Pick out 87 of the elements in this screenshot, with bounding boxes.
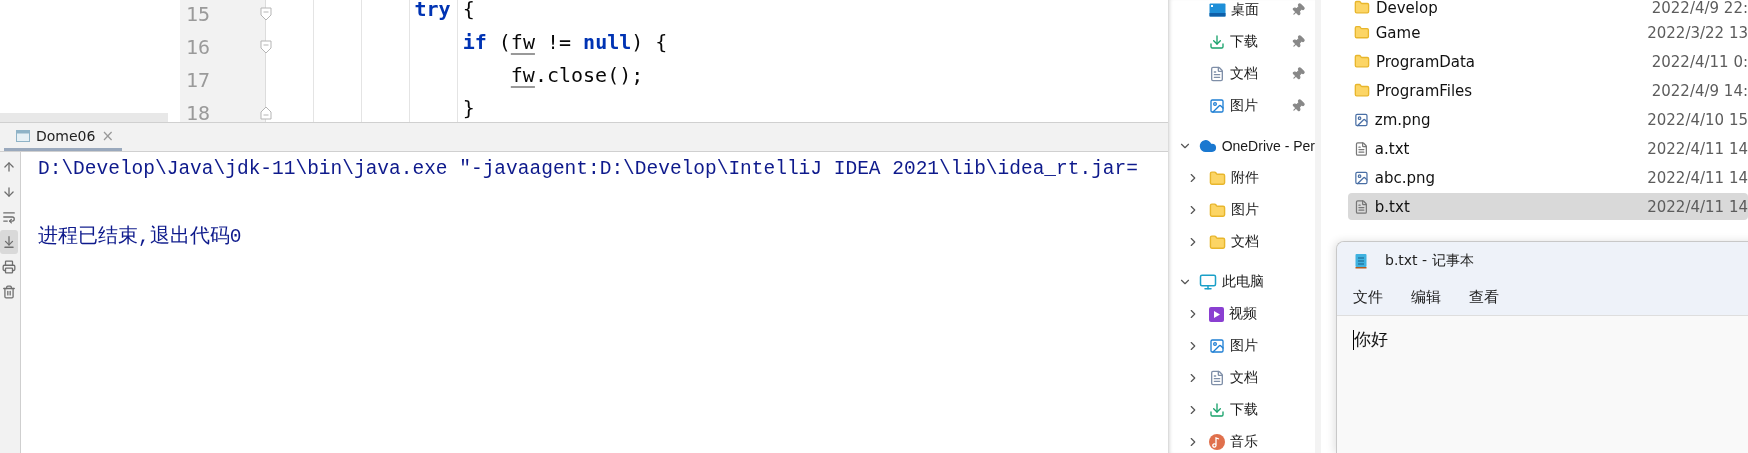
nav-item[interactable]: 图片 (1230, 97, 1258, 115)
scroll-to-end-icon (2, 235, 16, 249)
code-line: try { (414, 0, 475, 21)
arrow-up-icon (2, 160, 16, 174)
file-row[interactable]: zm.png 2022/4/10 15 (1348, 106, 1748, 133)
line-number: 17 (185, 67, 211, 92)
document-text[interactable]: 你好 (1354, 328, 1388, 351)
line-number: 16 (185, 34, 211, 59)
text-file-icon (1354, 198, 1369, 215)
folder-icon (1354, 53, 1370, 70)
menu-item[interactable]: 查看 (1467, 286, 1501, 309)
window-title: b.txt - 记事本 (1385, 252, 1474, 270)
file-row[interactable]: Develop 2022/4/9 22: (1348, 0, 1748, 21)
file-name: abc.png (1374, 168, 1437, 187)
nav-item[interactable]: 音乐 (1230, 433, 1258, 451)
folder-icon (1354, 0, 1370, 16)
file-date: 2022/4/9 22: (1651, 0, 1748, 17)
nav-item[interactable]: 图片 (1231, 201, 1259, 219)
nav-item[interactable]: 图片 (1230, 337, 1258, 355)
folder-icon (1209, 169, 1226, 187)
file-date: 2022/4/11 0: (1651, 52, 1748, 71)
nav-item[interactable]: 文档 (1230, 369, 1258, 387)
arrow-down-icon (2, 185, 16, 199)
video-icon (1209, 306, 1224, 322)
file-name: b.txt (1374, 197, 1411, 216)
line-number: 18 (185, 100, 211, 122)
file-row[interactable]: ProgramData 2022/4/11 0: (1348, 48, 1748, 75)
file-name: Game (1375, 23, 1422, 42)
document-icon (1209, 66, 1225, 82)
menu-item[interactable]: 文件 (1351, 286, 1385, 309)
file-name: Develop (1375, 0, 1439, 17)
monitor-icon (1199, 273, 1217, 291)
desktop-icon (1209, 3, 1226, 17)
code-line: fw.close(); (510, 63, 644, 87)
wrap-icon (2, 210, 16, 224)
nav-item[interactable]: 文档 (1231, 233, 1259, 251)
printer-icon (2, 260, 16, 274)
trash-icon (2, 285, 16, 299)
cloud-icon (1198, 137, 1217, 155)
image-file-icon (1354, 111, 1369, 128)
scrollbar[interactable] (0, 113, 168, 122)
nav-item[interactable]: 下载 (1230, 401, 1258, 419)
nav-item[interactable]: 下载 (1230, 33, 1258, 51)
file-row[interactable]: a.txt 2022/4/11 14 (1348, 135, 1748, 162)
run-tab[interactable]: Dome06 × (4, 123, 122, 151)
file-row[interactable]: ProgramFiles 2022/4/9 14: (1348, 77, 1748, 104)
file-date: 2022/4/9 14: (1651, 81, 1748, 100)
file-name: zm.png (1374, 110, 1432, 129)
notepad-icon (1355, 253, 1367, 269)
console-icon (16, 129, 30, 142)
file-name: a.txt (1374, 139, 1411, 158)
menu-item[interactable]: 编辑 (1409, 286, 1443, 309)
folder-icon (1209, 233, 1226, 251)
text-caret (1353, 329, 1354, 350)
file-row[interactable]: Game 2022/3/22 13 (1348, 19, 1748, 46)
nav-item[interactable]: 附件 (1231, 169, 1259, 187)
folder-icon (1354, 24, 1370, 41)
music-icon (1209, 434, 1225, 450)
code-line: if (fw != null) { (462, 30, 668, 54)
file-date: 2022/4/11 14 (1647, 197, 1748, 216)
console-command: D:\Develop\Java\jdk-11\bin\java.exe "-javaagent:D:\Develop\IntelliJ IDEA 2021\lib\idea_rt.jar= (38, 157, 1138, 182)
console-exit-message: 进程已结束,退出代码0 (38, 224, 243, 250)
file-date: 2022/4/10 15 (1647, 110, 1748, 129)
file-row[interactable]: abc.png 2022/4/11 14 (1348, 164, 1748, 191)
image-file-icon (1354, 169, 1369, 186)
file-row[interactable]: b.txt 2022/4/11 14 (1348, 193, 1748, 220)
file-name: ProgramData (1375, 52, 1477, 71)
code-line: } (462, 96, 475, 120)
nav-item[interactable]: 视频 (1229, 305, 1257, 323)
document-icon (1209, 370, 1225, 386)
download-icon (1209, 402, 1225, 418)
file-date: 2022/3/22 13 (1647, 23, 1748, 42)
file-date: 2022/4/11 14 (1647, 139, 1748, 158)
text-file-icon (1354, 140, 1369, 157)
nav-item[interactable]: 桌面 (1231, 1, 1259, 19)
toolbar-button[interactable] (0, 230, 18, 254)
nav-item[interactable]: 此电脑 (1222, 273, 1264, 291)
image-icon (1209, 338, 1225, 354)
image-icon (1209, 98, 1225, 114)
download-icon (1209, 34, 1225, 50)
line-number: 15 (185, 1, 211, 26)
folder-icon (1209, 201, 1226, 219)
folder-icon (1354, 82, 1370, 99)
nav-item[interactable]: OneDrive - Per (1221, 138, 1315, 154)
file-name: ProgramFiles (1375, 81, 1474, 100)
file-date: 2022/4/11 14 (1647, 168, 1748, 187)
nav-item[interactable]: 文档 (1230, 65, 1258, 83)
